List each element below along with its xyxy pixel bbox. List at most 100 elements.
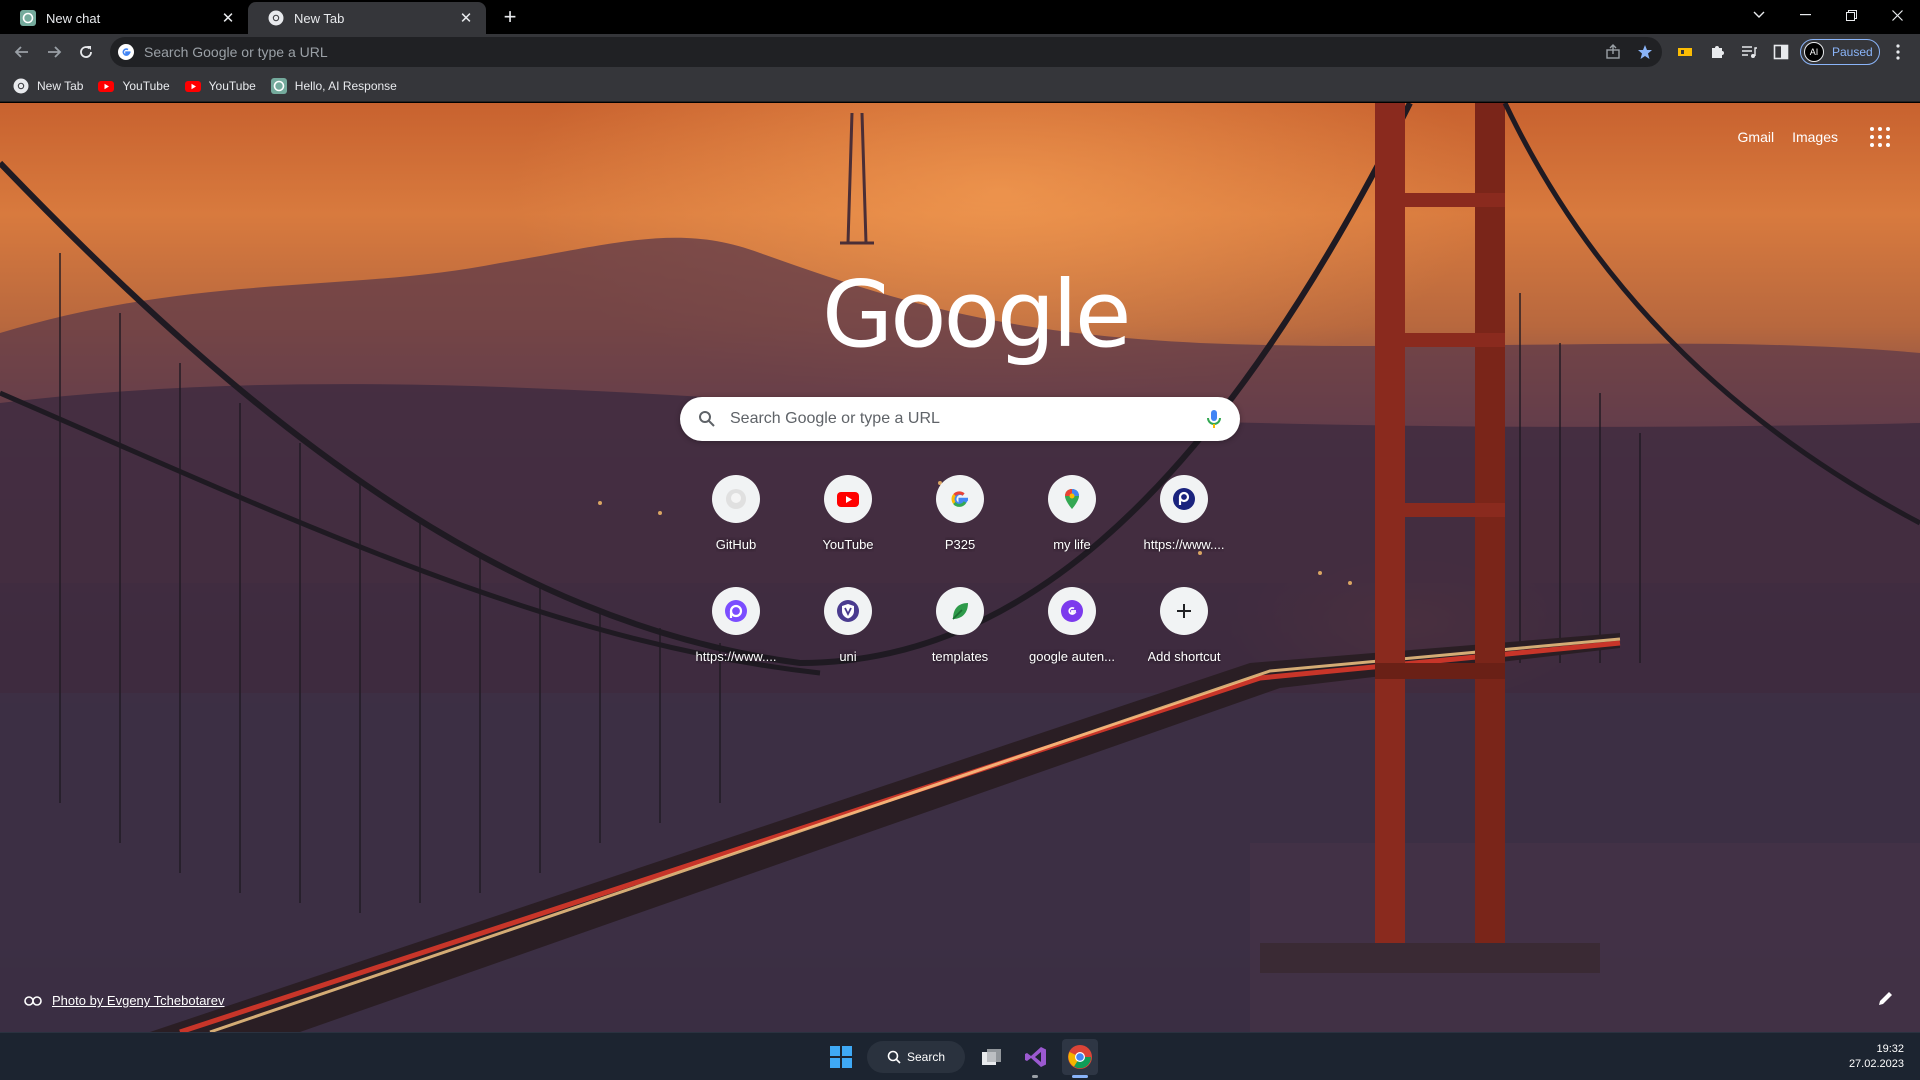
customize-pencil-icon[interactable] (1876, 988, 1896, 1008)
bookmark-hello-ai-response[interactable]: Hello, AI Response (270, 77, 397, 94)
omnibox[interactable]: Search Google or type a URL (110, 37, 1662, 67)
attribution-text: Photo by Evgeny Tchebotarev (52, 993, 225, 1008)
tab-new-chat[interactable]: New chat ✕ (0, 2, 248, 34)
microphone-icon[interactable] (1202, 407, 1226, 431)
search-icon (887, 1050, 901, 1064)
bookmark-new-tab[interactable]: New Tab (13, 78, 83, 94)
shortcuts-grid: GitHub YouTube P325 my life https://www.… (680, 461, 1240, 677)
google-g-icon (118, 44, 134, 60)
tab-new-tab[interactable]: New Tab ✕ (248, 2, 486, 34)
forward-button[interactable] (40, 38, 68, 66)
task-view-icon[interactable] (974, 1039, 1010, 1075)
arrow-right-icon (48, 46, 62, 58)
clock-time: 19:32 (1876, 1043, 1904, 1055)
plus-icon (1177, 604, 1191, 618)
photo-attribution[interactable]: Photo by Evgeny Tchebotarev (24, 993, 225, 1008)
tab-title: New chat (46, 10, 101, 26)
kebab-menu-icon[interactable] (1888, 42, 1908, 62)
chrome-taskbar-icon[interactable] (1062, 1039, 1098, 1075)
restore-icon[interactable] (1828, 0, 1874, 30)
d-circle-icon (725, 600, 747, 622)
side-panel-icon[interactable] (1771, 42, 1791, 62)
ntp-search-box[interactable]: Search Google or type a URL (680, 397, 1240, 441)
shortcut-youtube[interactable]: YouTube (792, 461, 904, 565)
new-tab-button[interactable]: + (498, 4, 522, 29)
running-indicator (1032, 1075, 1038, 1078)
new-tab-page: Gmail Images Google Search Google or typ… (0, 103, 1920, 1032)
shortcut-https-1[interactable]: https://www.... (1128, 461, 1240, 565)
leaf-icon (952, 603, 968, 620)
chatgpt-icon (270, 77, 287, 94)
shortcut-my-life[interactable]: my life (1016, 461, 1128, 565)
close-window-icon[interactable] (1874, 0, 1920, 30)
taskbar-search[interactable]: Search (867, 1041, 965, 1073)
g-purple-icon (1061, 600, 1083, 622)
google-g-icon (951, 491, 968, 507)
google-apps-icon[interactable] (1870, 127, 1890, 147)
gmail-link[interactable]: Gmail (1738, 129, 1775, 145)
shortcut-label: my life (1053, 537, 1091, 552)
tab-search-icon[interactable] (1736, 0, 1782, 30)
reload-icon (80, 46, 92, 58)
shortcut-label: GitHub (715, 537, 757, 552)
omnibox-placeholder: Search Google or type a URL (144, 44, 328, 60)
bookmark-label: Hello, AI Response (294, 78, 397, 93)
back-button[interactable] (8, 38, 36, 66)
bookmark-label: New Tab (37, 78, 84, 93)
chatgpt-icon (20, 10, 36, 26)
shortcut-label: https://www.... (695, 649, 777, 664)
top-links: Gmail Images (1738, 127, 1890, 147)
bookmark-label: YouTube (208, 78, 256, 93)
maps-pin-icon (1065, 489, 1079, 509)
visual-studio-icon[interactable] (1018, 1039, 1054, 1075)
media-control-icon[interactable] (1739, 42, 1759, 62)
shortcut-https-2[interactable]: https://www.... (680, 573, 792, 677)
shortcut-templates[interactable]: templates (904, 573, 1016, 677)
shield-v-icon (837, 600, 859, 622)
shortcut-label: YouTube (822, 537, 874, 552)
chrome-icon (13, 78, 29, 93)
shortcut-google-auten[interactable]: google auten... (1016, 573, 1128, 677)
system-clock[interactable]: 19:32 27.02.2023 (1849, 1042, 1904, 1072)
youtube-icon (837, 492, 859, 507)
close-tab-icon[interactable]: ✕ (458, 10, 474, 27)
github-icon (726, 489, 746, 509)
shortcut-label: templates (931, 649, 989, 664)
minimize-icon[interactable] (1782, 0, 1828, 30)
search-icon (699, 411, 715, 427)
youtube-icon (98, 80, 115, 92)
profile-button[interactable]: AI Paused (1800, 39, 1880, 65)
shortcut-label: https://www.... (1143, 537, 1225, 552)
shortcut-label: P325 (944, 537, 976, 552)
close-tab-icon[interactable]: ✕ (220, 10, 236, 27)
clock-date: 27.02.2023 (1848, 1058, 1904, 1070)
shortcut-label: uni (839, 649, 857, 664)
shortcut-label: Add shortcut (1147, 649, 1221, 664)
google-logo: Google (822, 261, 1131, 368)
bookmark-youtube-2[interactable]: YouTube (184, 78, 256, 94)
search-placeholder: Search Google or type a URL (730, 410, 940, 427)
link-icon (24, 995, 42, 1006)
tab-strip: New chat ✕ New Tab ✕ + (0, 0, 1920, 34)
chrome-icon (268, 10, 284, 26)
taskbar: Search 19:32 27.02.2023 (0, 1032, 1920, 1080)
shortcut-p325[interactable]: P325 (904, 461, 1016, 565)
bookmark-youtube-1[interactable]: YouTube (98, 78, 170, 94)
extensions-puzzle-icon[interactable] (1707, 42, 1727, 62)
p-circle-icon (1173, 488, 1195, 510)
active-indicator (1072, 1075, 1088, 1078)
reload-button[interactable] (72, 38, 100, 66)
profile-status: Paused (1832, 45, 1873, 59)
add-shortcut-button[interactable]: Add shortcut (1128, 573, 1240, 677)
share-icon[interactable] (1603, 42, 1623, 62)
shortcut-uni[interactable]: uni (792, 573, 904, 677)
extension-yellow-icon[interactable] (1675, 42, 1695, 62)
shortcut-github[interactable]: GitHub (680, 461, 792, 565)
bookmark-star-icon[interactable] (1635, 42, 1655, 62)
images-link[interactable]: Images (1792, 129, 1838, 145)
tab-title: New Tab (294, 10, 345, 26)
taskbar-search-label: Search (907, 1050, 946, 1064)
youtube-icon (184, 80, 201, 92)
shortcut-label: google auten... (1028, 649, 1116, 664)
windows-start-icon[interactable] (823, 1039, 859, 1075)
